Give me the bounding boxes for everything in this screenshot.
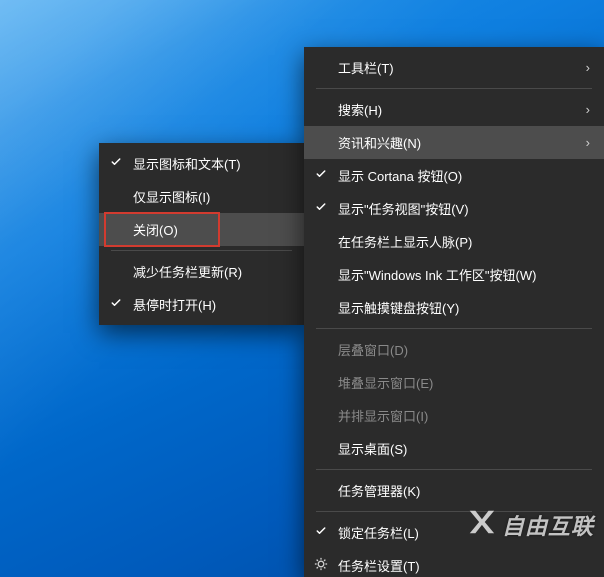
check-icon xyxy=(110,297,122,312)
menu-item-label: 资讯和兴趣(N) xyxy=(338,133,576,152)
submenu-news-interests: 显示图标和文本(T) 仅显示图标(I) 关闭(O) 减少任务栏更新(R) 悬停时… xyxy=(99,143,304,325)
submenu-item-show-icon-text[interactable]: 显示图标和文本(T) xyxy=(99,147,304,180)
menu-item-label: 搜索(H) xyxy=(338,100,576,119)
menu-item-news-interests[interactable]: 资讯和兴趣(N)› xyxy=(304,126,604,159)
submenu-item-icon-only[interactable]: 仅显示图标(I) xyxy=(99,180,304,213)
menu-item-label: 仅显示图标(I) xyxy=(133,187,290,206)
check-icon xyxy=(110,156,122,171)
gear-icon xyxy=(314,557,328,574)
menu-item-label: 显示 Cortana 按钮(O) xyxy=(338,166,590,185)
submenu-item-close[interactable]: 关闭(O) xyxy=(99,213,304,246)
chevron-right-icon: › xyxy=(576,135,590,150)
menu-item-lock-taskbar[interactable]: 锁定任务栏(L) xyxy=(304,516,604,549)
menu-item-label: 并排显示窗口(I) xyxy=(338,406,590,425)
menu-item-show-people[interactable]: 在任务栏上显示人脉(P) xyxy=(304,225,604,258)
menu-item-label: 层叠窗口(D) xyxy=(338,340,590,359)
menu-item-search[interactable]: 搜索(H)› xyxy=(304,93,604,126)
check-icon xyxy=(315,525,327,540)
menu-item-side-by-side: 并排显示窗口(I) xyxy=(304,399,604,432)
taskbar-context-menu: 工具栏(T)› 搜索(H)› 资讯和兴趣(N)› 显示 Cortana 按钮(O… xyxy=(304,47,604,577)
menu-item-toolbars[interactable]: 工具栏(T)› xyxy=(304,51,604,84)
menu-item-label: 显示"Windows Ink 工作区"按钮(W) xyxy=(338,265,590,284)
menu-item-show-windows-ink[interactable]: 显示"Windows Ink 工作区"按钮(W) xyxy=(304,258,604,291)
menu-item-show-taskview[interactable]: 显示"任务视图"按钮(V) xyxy=(304,192,604,225)
menu-item-show-desktop[interactable]: 显示桌面(S) xyxy=(304,432,604,465)
menu-separator xyxy=(316,469,592,470)
menu-item-cascade-windows: 层叠窗口(D) xyxy=(304,333,604,366)
menu-item-label: 在任务栏上显示人脉(P) xyxy=(338,232,590,251)
check-icon xyxy=(315,168,327,183)
desktop: 显示图标和文本(T) 仅显示图标(I) 关闭(O) 减少任务栏更新(R) 悬停时… xyxy=(0,0,604,577)
menu-item-stack-windows: 堆叠显示窗口(E) xyxy=(304,366,604,399)
menu-item-show-cortana[interactable]: 显示 Cortana 按钮(O) xyxy=(304,159,604,192)
menu-item-label: 显示触摸键盘按钮(Y) xyxy=(338,298,590,317)
submenu-item-open-on-hover[interactable]: 悬停时打开(H) xyxy=(99,288,304,321)
menu-item-label: 任务管理器(K) xyxy=(338,481,590,500)
menu-item-show-touch-keyboard[interactable]: 显示触摸键盘按钮(Y) xyxy=(304,291,604,324)
check-icon xyxy=(315,201,327,216)
menu-item-label: 悬停时打开(H) xyxy=(133,295,290,314)
menu-item-label: 任务栏设置(T) xyxy=(338,556,590,575)
menu-separator xyxy=(316,328,592,329)
menu-separator xyxy=(316,511,592,512)
menu-item-label: 锁定任务栏(L) xyxy=(338,523,590,542)
menu-item-taskbar-settings[interactable]: 任务栏设置(T) xyxy=(304,549,604,577)
menu-item-label: 堆叠显示窗口(E) xyxy=(338,373,590,392)
menu-item-label: 显示"任务视图"按钮(V) xyxy=(338,199,590,218)
menu-item-label: 显示图标和文本(T) xyxy=(133,154,290,173)
chevron-right-icon: › xyxy=(576,60,590,75)
menu-item-task-manager[interactable]: 任务管理器(K) xyxy=(304,474,604,507)
menu-item-label: 工具栏(T) xyxy=(338,58,576,77)
menu-item-label: 减少任务栏更新(R) xyxy=(133,262,290,281)
chevron-right-icon: › xyxy=(576,102,590,117)
menu-separator xyxy=(111,250,292,251)
submenu-item-reduce-updates[interactable]: 减少任务栏更新(R) xyxy=(99,255,304,288)
menu-item-label: 关闭(O) xyxy=(133,220,290,239)
menu-separator xyxy=(316,88,592,89)
menu-item-label: 显示桌面(S) xyxy=(338,439,590,458)
